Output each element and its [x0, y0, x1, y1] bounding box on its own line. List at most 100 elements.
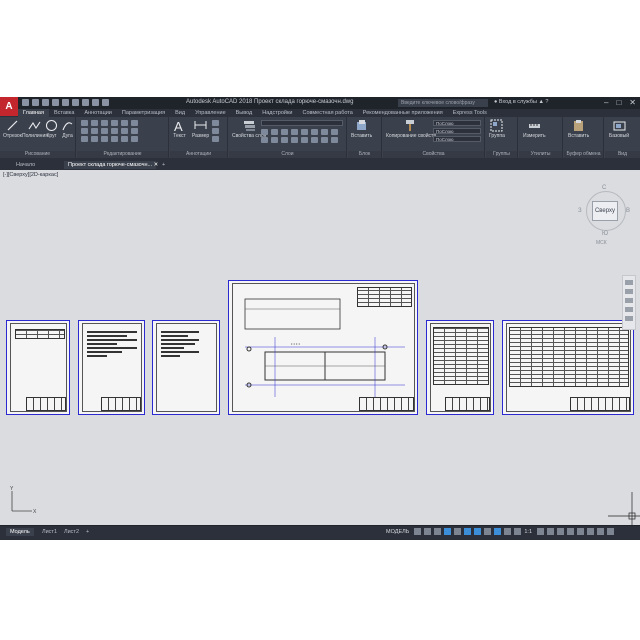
lineweight-dropdown[interactable]: ПоСлою: [433, 136, 481, 142]
compass-west[interactable]: З: [578, 208, 582, 214]
tab-insert[interactable]: Вставка: [49, 109, 79, 117]
group-button[interactable]: Группа: [489, 119, 505, 139]
undo-icon[interactable]: [92, 99, 99, 106]
stretch-icon[interactable]: [81, 128, 88, 134]
workspace-gear-icon[interactable]: [537, 528, 545, 535]
new-tab-button[interactable]: +: [158, 161, 169, 169]
leader-icon[interactable]: [212, 120, 219, 126]
steering-wheel-icon[interactable]: [625, 280, 633, 285]
hardware-acceleration-icon[interactable]: [587, 528, 595, 535]
object-snap-tracking-icon[interactable]: [464, 528, 472, 535]
model-space-toggle[interactable]: МОДЕЛЬ: [386, 529, 409, 535]
break-icon[interactable]: [111, 136, 118, 142]
scale-icon[interactable]: [91, 128, 98, 134]
explode-icon[interactable]: [121, 128, 128, 134]
paste-button[interactable]: Вставить: [568, 119, 589, 139]
layer-freeze-icon[interactable]: [281, 129, 288, 135]
modify-panel-label[interactable]: Редактирование: [77, 151, 168, 158]
layer-dropdown[interactable]: [261, 120, 343, 126]
compass-east[interactable]: В: [626, 208, 630, 214]
tab-manage[interactable]: Управление: [190, 109, 231, 117]
draw-panel-label[interactable]: Рисование: [0, 151, 75, 158]
layer-unlock-icon[interactable]: [271, 137, 278, 143]
tab-layout1[interactable]: Лист1: [38, 528, 61, 536]
tab-drawing-file[interactable]: Проект склада горюче-смазочн... ✕: [64, 161, 158, 169]
make-current-icon[interactable]: [281, 137, 288, 143]
chamfer-icon[interactable]: [91, 136, 98, 142]
tab-view[interactable]: Вид: [170, 109, 190, 117]
layers-panel-label[interactable]: Слои: [229, 151, 346, 158]
save-icon[interactable]: [42, 99, 49, 106]
layer-delete-icon[interactable]: [311, 137, 318, 143]
grid-icon[interactable]: [414, 528, 422, 535]
annotation-monitor-icon[interactable]: [547, 528, 555, 535]
groups-panel-label[interactable]: Группы: [486, 151, 517, 158]
save-as-icon[interactable]: [52, 99, 59, 106]
tab-layout2[interactable]: Лист2: [60, 528, 83, 536]
wcs-menu[interactable]: МСК: [596, 240, 607, 246]
compass-south[interactable]: Ю: [602, 231, 608, 237]
move-icon[interactable]: [81, 120, 88, 126]
drawing-canvas[interactable]: [-][Сверху][2D-каркас] • • • • С Ю В З С…: [0, 170, 640, 525]
erase-icon[interactable]: [111, 128, 118, 134]
isodraft-icon[interactable]: [454, 528, 462, 535]
zoom-icon[interactable]: [625, 298, 633, 303]
tab-model[interactable]: Модель: [6, 528, 34, 536]
linetype-dropdown[interactable]: ПоСлою: [433, 128, 481, 134]
measure-button[interactable]: Измерить: [523, 119, 546, 139]
orbit-icon[interactable]: [625, 307, 633, 312]
help-icon[interactable]: ?: [545, 99, 548, 105]
rotate-icon[interactable]: [91, 120, 98, 126]
layer-on-icon[interactable]: [331, 129, 338, 135]
annotation-panel-label[interactable]: Аннотации: [170, 151, 227, 158]
layer-isolate-icon[interactable]: [271, 129, 278, 135]
isolate-objects-icon[interactable]: [577, 528, 585, 535]
circle-button[interactable]: Круг: [45, 119, 58, 139]
line-button[interactable]: Отрезок: [3, 119, 22, 139]
layer-copy-icon[interactable]: [321, 137, 328, 143]
annotation-scale[interactable]: 1:1: [524, 529, 532, 535]
tab-annotate[interactable]: Аннотации: [79, 109, 117, 117]
showmotion-icon[interactable]: [625, 316, 633, 321]
tab-collaborate[interactable]: Совместная работа: [297, 109, 357, 117]
insert-block-button[interactable]: Вставить: [351, 119, 372, 139]
join-icon[interactable]: [101, 136, 108, 142]
layer-state-icon[interactable]: [331, 137, 338, 143]
dimension-button[interactable]: Размер: [192, 119, 209, 139]
close-button[interactable]: ✕: [629, 98, 636, 107]
tab-output[interactable]: Вывод: [231, 109, 258, 117]
edit-icon[interactable]: [131, 136, 138, 142]
view-panel-label[interactable]: Вид: [605, 151, 640, 158]
block-panel-label[interactable]: Блок: [348, 151, 381, 158]
color-dropdown[interactable]: ПоСлою: [433, 120, 481, 126]
layer-unisolate-icon[interactable]: [321, 129, 328, 135]
layer-previous-icon[interactable]: [311, 129, 318, 135]
app-logo-button[interactable]: A: [0, 97, 18, 116]
web-save-icon[interactable]: [72, 99, 79, 106]
viewport-controls[interactable]: [-][Сверху][2D-каркас]: [3, 172, 58, 178]
align-icon[interactable]: [121, 136, 128, 142]
compass-north[interactable]: С: [602, 185, 606, 191]
web-open-icon[interactable]: [62, 99, 69, 106]
lineweight-icon[interactable]: [484, 528, 492, 535]
plot-icon[interactable]: [82, 99, 89, 106]
array-icon[interactable]: [101, 128, 108, 134]
snap-icon[interactable]: [424, 528, 432, 535]
selection-cycling-icon[interactable]: [504, 528, 512, 535]
layer-thaw-icon[interactable]: [261, 137, 268, 143]
properties-panel-label[interactable]: Свойства: [383, 151, 484, 158]
tab-addins[interactable]: Надстройки: [257, 109, 297, 117]
viewcube-top-face[interactable]: Сверху: [592, 201, 618, 221]
customize-menu-icon[interactable]: [607, 528, 615, 535]
copy-icon[interactable]: [111, 120, 118, 126]
layer-match-icon[interactable]: [301, 129, 308, 135]
minimize-button[interactable]: –: [604, 98, 608, 107]
table-icon[interactable]: [212, 128, 219, 134]
maximize-button[interactable]: □: [616, 98, 621, 107]
text-button[interactable]: A Текст: [173, 119, 186, 139]
tab-parametric[interactable]: Параметризация: [117, 109, 170, 117]
offset-icon[interactable]: [131, 128, 138, 134]
redo-icon[interactable]: [102, 99, 109, 106]
layer-merge-icon[interactable]: [301, 137, 308, 143]
open-icon[interactable]: [32, 99, 39, 106]
